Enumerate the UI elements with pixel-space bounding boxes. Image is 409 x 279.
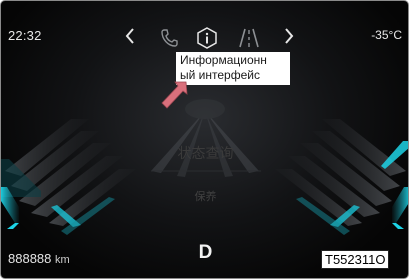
menu-item-maintenance[interactable]: 保养 [1,188,408,204]
figure-code: T552311O [321,250,390,269]
previous-page-button[interactable] [123,27,137,45]
temperature-unit: °C [388,28,402,42]
outside-temperature: -35°C [371,28,402,42]
info-tab[interactable] [196,27,218,49]
next-page-button[interactable] [282,27,296,45]
callout-label: Информационн ый интерфейс [176,52,290,85]
chevron-left-icon [125,28,134,44]
info-icon [197,27,217,49]
temperature-value: -35 [371,28,389,42]
right-stripes [275,119,408,235]
phone-tab[interactable] [158,27,180,49]
chevron-right-icon [285,28,294,44]
road-icon [239,28,259,48]
phone-icon [161,29,178,47]
callout-arrow-icon [161,81,188,109]
cluster-screen: 22:32 -35°C Информационн ый интерфейс 状态… [0,0,409,279]
clock: 22:32 [8,28,42,43]
menu-item-status-query[interactable]: 状态查询 [1,143,408,163]
driving-assist-tab[interactable] [238,27,260,49]
left-stripes [1,119,136,235]
